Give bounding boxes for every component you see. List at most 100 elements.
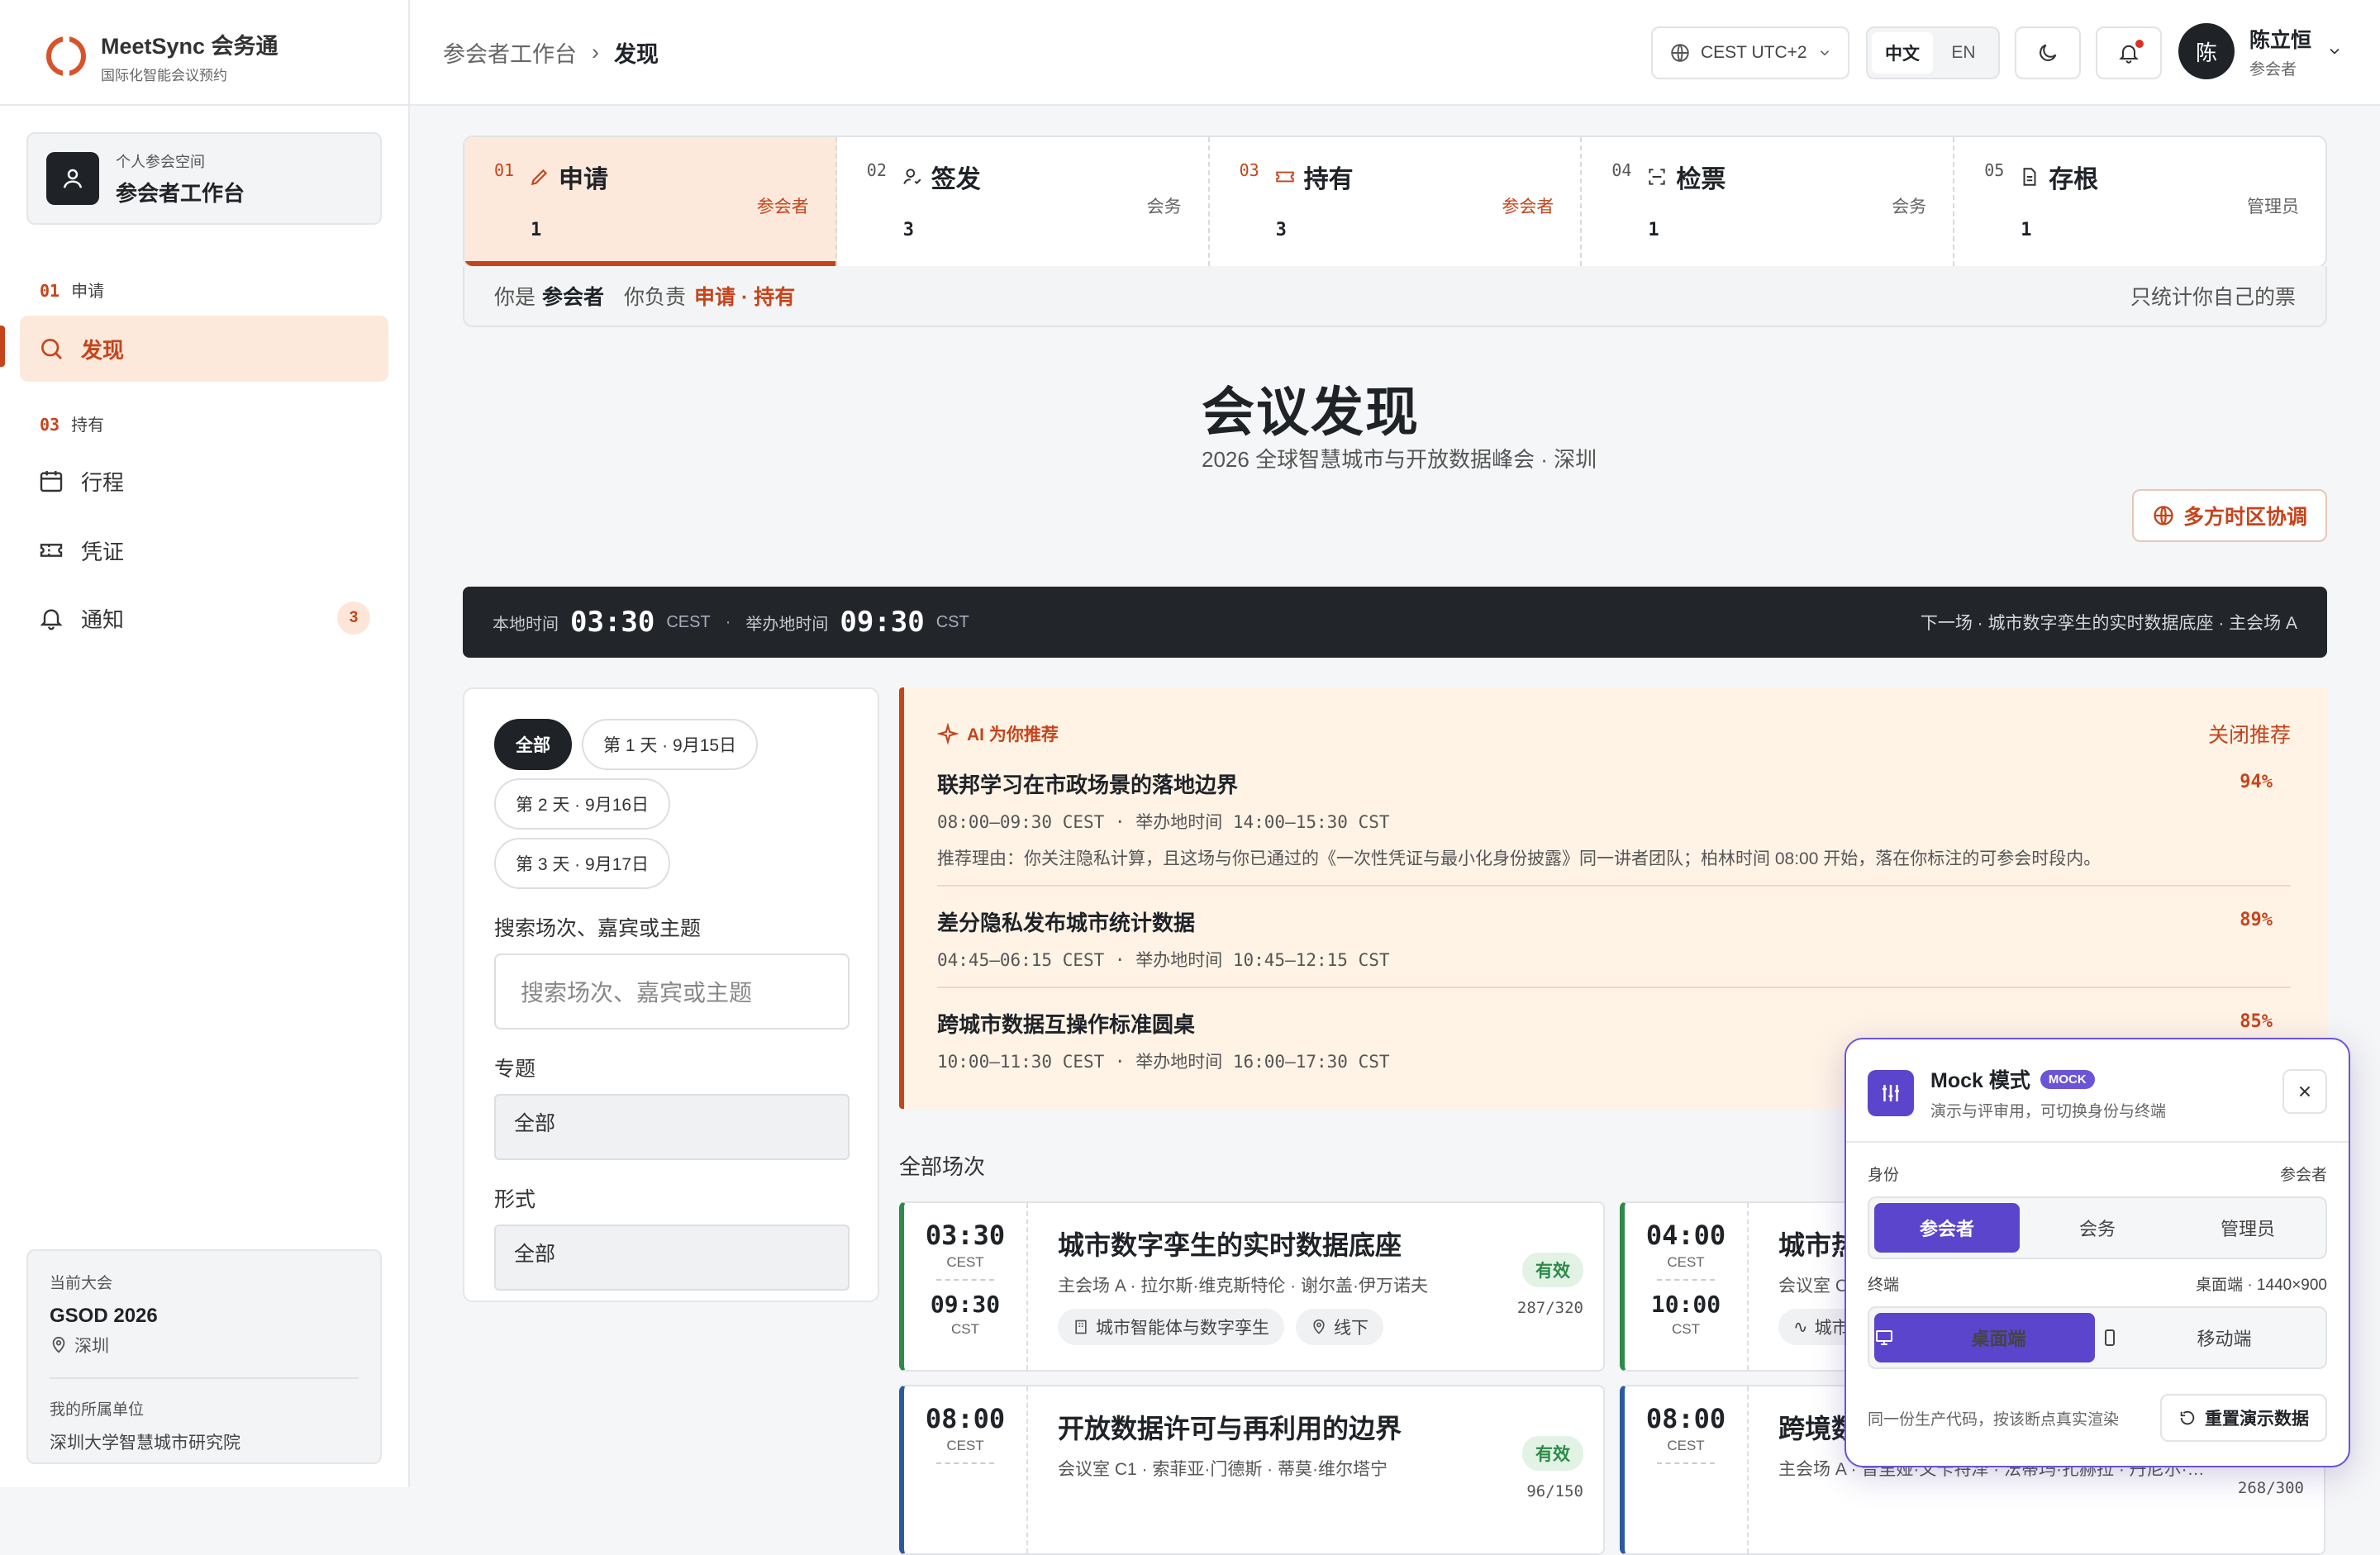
topic-select[interactable]: 全部 — [494, 1094, 850, 1160]
avatar: 陈 — [2178, 23, 2235, 79]
local-tz: CEST — [666, 612, 711, 631]
identity-value: 参会者 — [2279, 1167, 2327, 1184]
reset-demo-button[interactable]: 重置演示数据 — [2160, 1394, 2327, 1442]
sliders-icon — [1868, 1069, 1914, 1116]
divider — [0, 104, 410, 106]
workspace-title: 参会者工作台 — [116, 180, 245, 206]
workspace-switcher[interactable]: 个人参会空间 参会者工作台 — [26, 132, 382, 225]
step-issue[interactable]: 02 签发 会务 3 — [837, 137, 1210, 266]
step-hold[interactable]: 03 持有 参会者 3 — [1210, 137, 1583, 266]
step-count: 3 — [902, 220, 915, 240]
step-archive[interactable]: 05 存根 管理员 1 — [1954, 137, 2325, 266]
search-input[interactable]: 搜索场次、嘉宾或主题 — [494, 953, 850, 1030]
app-logo[interactable]: MeetSync 会务通 国际化智能会议预约 — [46, 28, 278, 84]
pencil-icon — [531, 169, 548, 186]
user-check-icon — [903, 169, 921, 184]
identity-option-staff[interactable]: 会务 — [2025, 1203, 2170, 1253]
bell-icon — [40, 609, 63, 630]
host-tz: CST — [935, 612, 969, 631]
session-card[interactable]: 03:30 CEST 09:30 CST 城市数字孪生的实时数据底座 主会场 A… — [899, 1201, 1605, 1372]
notification-count-badge: 3 — [337, 602, 370, 635]
recommend-header: AI 为你推荐 关闭推荐 — [937, 719, 2291, 749]
role-summary-bar: 你是 参会者 你负责 申请 · 持有 只统计你自己的票 — [463, 266, 2327, 327]
sidebar-item-itinerary[interactable]: 行程 — [20, 448, 388, 514]
calendar-icon — [40, 471, 63, 492]
session-time: 08:00 CEST — [1625, 1386, 1749, 1553]
sessions-header: 全部场次 — [899, 1154, 986, 1179]
file-icon — [2023, 168, 2036, 186]
step-title: 存根 — [2049, 166, 2099, 193]
theme-toggle-button[interactable] — [2015, 26, 2081, 79]
location-pin-icon — [1313, 1319, 1325, 1334]
recommend-title: 跨城市数据互操作标准圆桌 — [937, 1012, 1196, 1037]
terminal-option-desktop[interactable]: 桌面端 — [1874, 1313, 2095, 1362]
user-menu[interactable]: 陈 陈立恒 参会者 — [2178, 23, 2343, 79]
step-role: 管理员 — [2246, 197, 2299, 216]
workspace-label: 个人参会空间 — [116, 153, 205, 170]
timezone-select[interactable]: CEST UTC+2 — [1651, 26, 1849, 79]
section-header-hold: 03 持有 — [40, 415, 105, 435]
session-meta: 会议室 C1 · 索菲亚·门德斯 · 蒂莫·维尔塔宁 — [1058, 1460, 1388, 1479]
step-title: 签发 — [931, 166, 981, 193]
recommend-item[interactable]: 联邦学习在市政场景的落地边界 08:00–09:30 CEST · 举办地时间 … — [937, 749, 2291, 887]
day-chip-2[interactable]: 第 2 天 · 9月16日 — [494, 778, 671, 830]
topic-label: 专题 — [494, 1058, 536, 1081]
step-title: 申请 — [559, 166, 608, 193]
session-card[interactable]: 08:00 CEST 开放数据许可与再利用的边界 会议室 C1 · 索菲亚·门德… — [899, 1385, 1605, 1555]
moon-icon — [2040, 44, 2057, 61]
globe-icon — [1671, 44, 1689, 62]
role-prefix: 你是 — [494, 286, 536, 309]
identity-toggle: 参会者 会务 管理员 — [1868, 1196, 2327, 1259]
close-recommend-button[interactable]: 关闭推荐 — [2208, 719, 2291, 749]
sidebar-item-credentials[interactable]: 凭证 — [20, 517, 388, 583]
ticket-icon — [40, 544, 63, 557]
step-role: 参会者 — [1502, 197, 1554, 216]
sparkle-icon — [937, 723, 959, 744]
logo-mark-icon — [46, 36, 86, 76]
conference-name: GSOD 2026 — [50, 1305, 158, 1327]
day-chip-3[interactable]: 第 3 天 · 9月17日 — [494, 838, 671, 889]
recommend-item[interactable]: 差分隐私发布城市统计数据 04:45–06:15 CEST · 举办地时间 10… — [937, 887, 2291, 988]
mock-badge: MOCK — [2040, 1069, 2095, 1089]
language-option-en[interactable]: EN — [1933, 32, 1994, 74]
format-select[interactable]: 全部 — [494, 1225, 850, 1291]
chevron-right-icon: › — [592, 40, 599, 64]
sidebar-item-discover[interactable]: 发现 — [20, 316, 388, 382]
step-number: 01 — [494, 160, 515, 180]
terminal-option-mobile[interactable]: 移动端 — [2100, 1313, 2320, 1362]
identity-option-attendee[interactable]: 参会者 — [1874, 1203, 2020, 1253]
identity-option-admin[interactable]: 管理员 — [2175, 1203, 2320, 1253]
close-button[interactable] — [2282, 1069, 2327, 1114]
breadcrumb-item-workspace[interactable]: 参会者工作台 — [443, 36, 577, 69]
session-time: 03:30 CEST 09:30 CST — [904, 1203, 1028, 1370]
sidebar-item-label: 发现 — [81, 337, 125, 363]
session-tag: 线下 — [1296, 1309, 1383, 1345]
day-chip-1[interactable]: 第 1 天 · 9月15日 — [582, 719, 759, 770]
recommend-time: 08:00–09:30 CEST · 举办地时间 14:00–15:30 CST — [937, 812, 1390, 832]
search-label: 搜索场次、嘉宾或主题 — [494, 917, 702, 940]
role-value: 参会者 — [542, 286, 605, 309]
step-title: 检票 — [1676, 166, 1726, 193]
notifications-button[interactable] — [2096, 26, 2162, 79]
terminal-toggle: 桌面端 移动端 — [1868, 1306, 2327, 1369]
language-option-zh[interactable]: 中文 — [1872, 32, 1933, 74]
section-header-apply: 01 申请 — [40, 281, 105, 301]
close-icon — [2299, 1086, 2311, 1097]
day-chip-all[interactable]: 全部 — [494, 719, 572, 770]
timezone-value: CEST UTC+2 — [1701, 43, 1807, 62]
multi-timezone-button[interactable]: 多方时区协调 — [2132, 489, 2327, 542]
chevron-down-icon — [2330, 48, 2340, 55]
session-title: 开放数据许可与再利用的边界 — [1058, 1414, 1402, 1443]
chevron-down-icon — [1820, 50, 1829, 56]
step-checkin[interactable]: 04 检票 会务 1 — [1582, 137, 1955, 266]
recommend-score: 85% — [2240, 1011, 2273, 1032]
recommend-score: 94% — [2240, 772, 2273, 792]
recommend-title: 联邦学习在市政场景的落地边界 — [937, 773, 1239, 797]
top-bar: 参会者工作台 › 发现 CEST UTC+2 中文 EN 陈 陈立恒 参会者 — [410, 0, 2380, 106]
session-time: 08:00 CEST — [904, 1386, 1028, 1553]
step-apply[interactable]: 01 申请 参会者 1 — [464, 137, 837, 266]
sidebar-item-notifications[interactable]: 通知 3 — [20, 585, 388, 651]
format-label: 形式 — [494, 1188, 536, 1211]
user-role: 参会者 — [2249, 60, 2297, 78]
recommend-title: 差分隐私发布城市统计数据 — [937, 911, 1196, 935]
